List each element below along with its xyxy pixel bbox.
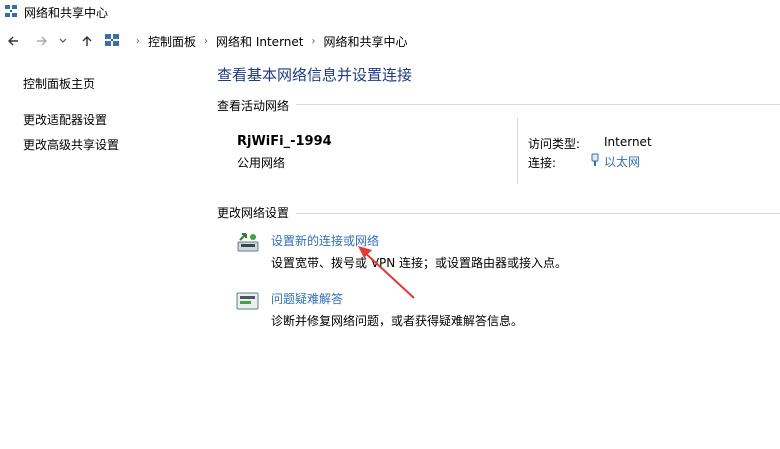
back-arrow-icon[interactable] <box>4 32 22 50</box>
section-divider <box>296 104 780 105</box>
ethernet-connection-label[interactable]: 以太网 <box>604 153 640 170</box>
recent-locations-chevron-icon[interactable] <box>57 32 69 50</box>
sidebar-item-control-panel-home[interactable]: 控制面板主页 <box>23 75 95 92</box>
network-name: RjWiFi_-1994 <box>237 134 332 149</box>
breadcrumb[interactable]: › 控制面板 › 网络和 Internet › 网络和共享中心 <box>100 30 780 52</box>
up-arrow-icon[interactable] <box>78 32 96 50</box>
control-panel-icon <box>104 33 120 50</box>
access-type-label: 访问类型: <box>528 137 581 151</box>
breadcrumb-separator-icon[interactable]: › <box>200 36 212 47</box>
breadcrumb-separator-icon[interactable]: › <box>307 36 319 47</box>
setup-new-connection-link[interactable]: 设置新的连接或网络 <box>271 232 379 249</box>
breadcrumb-item-control-panel[interactable]: 控制面板 <box>148 33 196 50</box>
page-title: 查看基本网络信息并设置连接 <box>217 66 413 84</box>
breadcrumb-item-network-internet[interactable]: 网络和 Internet <box>216 33 303 50</box>
new-connection-icon[interactable] <box>236 232 260 254</box>
sidebar-item-adapter-settings[interactable]: 更改适配器设置 <box>23 111 107 128</box>
connection-label: 连接: <box>528 156 557 170</box>
breadcrumb-item-network-center[interactable]: 网络和共享中心 <box>323 33 407 50</box>
troubleshoot-description: 诊断并修复网络问题，或者获得疑难解答信息。 <box>271 314 524 328</box>
main-panel: 查看基本网络信息并设置连接 查看活动网络 RjWiFi_-1994 公用网络 访… <box>200 56 780 449</box>
change-settings-heading: 更改网络设置 <box>217 206 290 220</box>
active-networks-heading: 查看活动网络 <box>217 99 290 113</box>
section-divider <box>296 213 780 214</box>
troubleshoot-link[interactable]: 问题疑难解答 <box>271 290 343 307</box>
sidebar-item-advanced-sharing[interactable]: 更改高级共享设置 <box>23 136 119 153</box>
access-type-value: Internet <box>604 135 652 149</box>
network-type: 公用网络 <box>237 156 286 170</box>
address-bar: › 控制面板 › 网络和 Internet › 网络和共享中心 <box>0 28 780 54</box>
ethernet-connection-link[interactable]: 以太网 <box>590 153 640 170</box>
title-bar: 网络和共享中心 <box>0 0 780 24</box>
breadcrumb-separator-icon: › <box>136 35 140 47</box>
ethernet-icon <box>590 153 600 170</box>
setup-new-connection-description: 设置宽带、拨号或 VPN 连接；或设置路由器或接入点。 <box>271 256 568 270</box>
network-center-icon <box>4 4 18 21</box>
vertical-divider <box>517 118 518 184</box>
window-title: 网络和共享中心 <box>24 6 109 20</box>
sidebar: 控制面板主页 更改适配器设置 更改高级共享设置 <box>0 56 200 449</box>
forward-arrow-icon[interactable] <box>33 32 51 50</box>
troubleshoot-icon[interactable] <box>236 290 260 312</box>
